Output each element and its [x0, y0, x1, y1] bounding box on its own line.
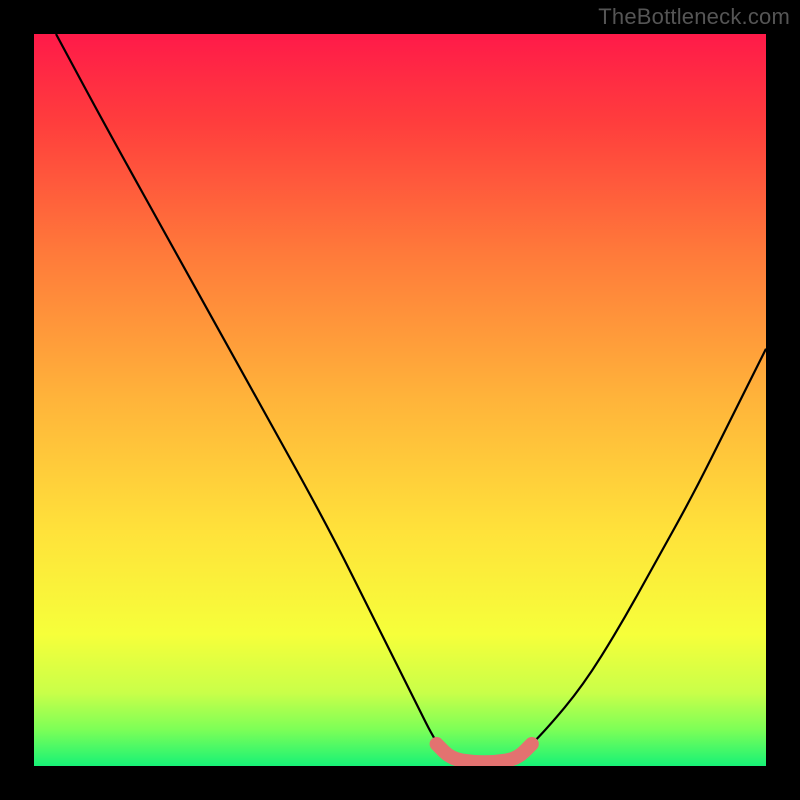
- chart-svg: [34, 34, 766, 766]
- watermark-text: TheBottleneck.com: [598, 4, 790, 30]
- plot-area: [34, 34, 766, 766]
- gradient-background: [34, 34, 766, 766]
- chart-frame: TheBottleneck.com: [0, 0, 800, 800]
